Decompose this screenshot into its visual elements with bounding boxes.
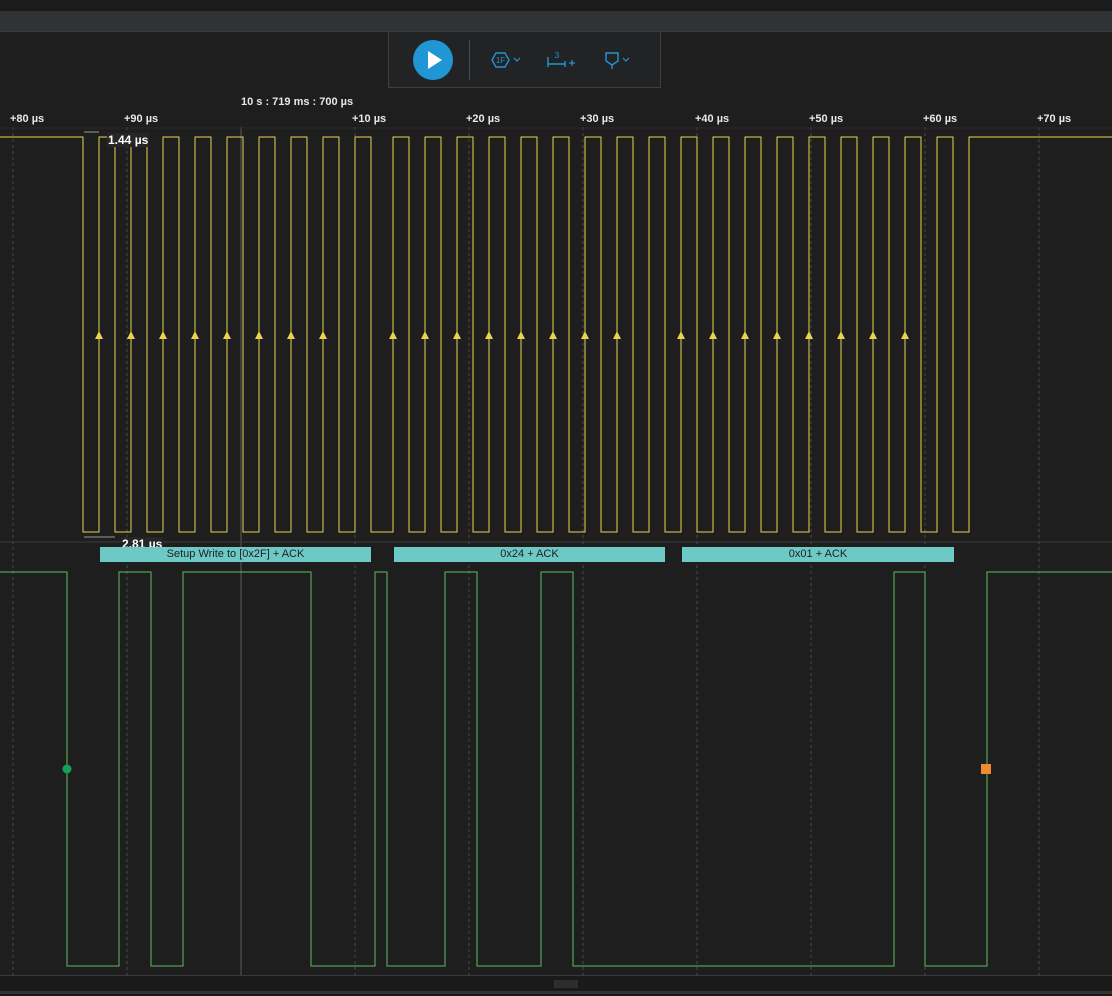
chevron-down-icon [513,57,521,62]
capture-toolbar: 1F 3 [388,32,661,88]
decoded-frame[interactable]: Setup Write to [0x2F] + ACK [100,547,371,562]
window-top-strip [0,0,1112,11]
rising-edge-marker [319,331,327,339]
rising-edge-marker [127,331,135,339]
trigger-1f-icon: 1F [491,52,521,68]
data-waveform [0,571,1112,967]
rising-edge-marker [709,331,717,339]
rising-edge-marker [581,331,589,339]
top-bar [0,11,1112,31]
rising-edge-marker [159,331,167,339]
tick-label: +20 µs [466,113,501,125]
start-condition-marker [62,764,72,774]
bottom-scrollbar[interactable] [0,991,1112,994]
anchor-time: 10 s : 719 ms : 700 µs [241,96,354,108]
rising-edge-marker [837,331,845,339]
tick-label: +40 µs [695,113,730,125]
rising-edge-marker [549,331,557,339]
rising-edge-marker [421,331,429,339]
tick-label: +30 µs [580,113,615,125]
tick-label: +10 µs [352,113,387,125]
rising-edge-marker [773,331,781,339]
tick-label: +60 µs [923,113,958,125]
rising-edge-marker [741,331,749,339]
rising-edge-marker [223,331,231,339]
measurement-add-icon: 3 [547,51,575,67]
rising-edge-marker [255,331,263,339]
stop-condition-marker [981,764,991,774]
bottom-bar [0,975,1112,996]
trigger-button[interactable]: 1F [489,48,523,72]
rising-edge-marker [517,331,525,339]
tick-label: +90 µs [124,113,159,125]
trigger-label: 1F [496,56,505,65]
clock-waveform [0,136,1112,533]
decoded-frame[interactable]: 0x01 + ACK [682,547,954,562]
rising-edge-marker [287,331,295,339]
rising-edge-marker [389,331,397,339]
pulse-width-measurement: 1.44 µs [107,133,150,147]
time-ruler[interactable]: 10 s : 719 ms : 700 µs +80 µs +90 µs +10… [0,93,1112,127]
chevron-down-icon [622,57,630,62]
rising-edge-marker [95,331,103,339]
tick-label: +80 µs [10,113,45,125]
tick-label: +50 µs [809,113,844,125]
play-button[interactable] [413,40,453,80]
tick-label: +70 µs [1037,113,1072,125]
rising-edge-marker [453,331,461,339]
add-measurement-button[interactable]: 3 [546,48,580,72]
rising-edge-marker [677,331,685,339]
marker-filter-icon [605,52,630,69]
measurement-label: 3 [555,51,560,60]
rising-edge-marker [191,331,199,339]
rising-edge-marker [869,331,877,339]
decoded-frame[interactable]: 0x24 + ACK [394,547,665,562]
play-icon [428,51,442,69]
rising-edge-marker [805,331,813,339]
resize-handle[interactable] [554,980,578,988]
rising-edge-marker [485,331,493,339]
toolbar-divider [469,40,470,80]
marker-button[interactable] [602,48,636,72]
rising-edge-marker [613,331,621,339]
rising-edge-marker [901,331,909,339]
